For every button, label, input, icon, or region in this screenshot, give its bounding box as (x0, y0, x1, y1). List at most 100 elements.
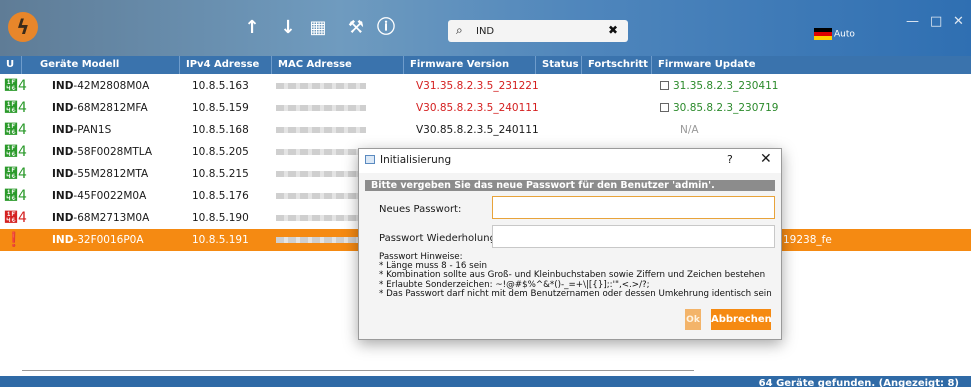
redacted-mac (276, 215, 366, 221)
upload-icon[interactable]: ↑ (240, 16, 264, 40)
ok-button[interactable]: Ok (685, 309, 701, 330)
dialog-window-icon (365, 155, 375, 164)
title-bar: ϟ ↑ ↓ ▦ ⚒ ⓘ ⌕ ✖ Auto — □ ✕ (0, 0, 971, 56)
redacted-mac (276, 193, 366, 199)
calculator-icon[interactable]: ▦ (306, 16, 330, 40)
ip-cell: 10.8.5.163 (192, 80, 249, 92)
hint-line: * Das Passwort darf nicht mit dem Benutz… (379, 288, 772, 299)
download-icon[interactable]: ↓ (276, 16, 300, 40)
user-icon: ὆4 (4, 144, 27, 160)
cancel-button[interactable]: Abbrechen (711, 309, 772, 330)
german-flag-icon (814, 28, 832, 40)
close-window-button[interactable]: ✕ (953, 14, 964, 29)
warning-icon: ❗ (5, 232, 23, 248)
help-button[interactable]: ? (727, 153, 733, 166)
initialization-dialog: Initialisierung ? ✕ Bitte vergeben Sie d… (358, 148, 782, 340)
info-icon[interactable]: ⓘ (374, 16, 398, 40)
status-bar: 64 Geräte gefunden. (Angezeigt: 8) (0, 376, 971, 387)
new-password-field[interactable] (492, 196, 775, 219)
maximize-button[interactable]: □ (930, 14, 942, 29)
language-label: Auto (834, 29, 855, 40)
dialog-title: Initialisierung (380, 154, 452, 166)
ip-cell: 10.8.5.191 (192, 234, 249, 246)
model-cell: IND-42M2808M0A (52, 75, 184, 97)
ip-cell: 10.8.5.168 (192, 124, 249, 136)
model-prefix: IND (52, 190, 74, 202)
user-icon: ὆4 (4, 100, 27, 116)
redacted-mac (276, 237, 366, 243)
search-box: ⌕ ✖ (448, 20, 628, 42)
update-checkbox[interactable] (660, 81, 669, 90)
col-header-progress[interactable]: Fortschritt (582, 56, 652, 74)
firmware-update-cell: N/A (660, 119, 880, 141)
user-icon: ὆4 (4, 166, 27, 182)
model-cell: IND-45F0022M0A (52, 185, 184, 207)
device-table-header: U Geräte Modell IPv4 Adresse MAC Adresse… (0, 56, 971, 74)
firmware-update-cell[interactable]: 31.35.8.2.3_230411 (660, 75, 880, 97)
redacted-mac (276, 127, 366, 133)
model-suffix: -32F0016P0A (73, 234, 144, 246)
model-suffix: -PAN1S (73, 124, 112, 136)
dialog-close-button[interactable]: ✕ (760, 151, 772, 167)
update-version-text: 19238_fe (783, 234, 832, 246)
update-version-text: 30.85.8.2.3_230719 (673, 102, 779, 114)
model-prefix: IND (52, 168, 74, 180)
horizontal-scrollbar[interactable] (22, 370, 694, 374)
model-suffix: -68M2812MFA (73, 102, 148, 114)
model-prefix: IND (52, 234, 74, 246)
clear-search-icon[interactable]: ✖ (608, 23, 618, 37)
model-cell: IND-68M2713M0A (52, 207, 184, 229)
model-cell: IND-58F0028MTLA (52, 141, 184, 163)
model-suffix: -58F0028MTLA (73, 146, 153, 158)
language-selector[interactable]: Auto (814, 28, 855, 40)
model-suffix: -45F0022M0A (73, 190, 147, 202)
firmware-version-cell: V30.85.8.2.3.5_240111 (416, 102, 539, 114)
model-prefix: IND (52, 146, 74, 158)
col-header-mac[interactable]: MAC Adresse (272, 56, 404, 74)
table-row[interactable]: ὆4 IND-42M2808M0A 10.8.5.163 V31.35.8.2.3.5… (0, 75, 971, 97)
model-prefix: IND (52, 80, 74, 92)
tools-icon[interactable]: ⚒ (344, 16, 368, 40)
model-prefix: IND (52, 124, 74, 136)
firmware-update-cell: 19238_fe (783, 229, 971, 251)
ip-cell: 10.8.5.159 (192, 102, 249, 114)
repeat-password-field[interactable] (492, 225, 775, 248)
model-suffix: -68M2713M0A (73, 212, 150, 224)
dialog-title-bar: Initialisierung ? ✕ (359, 149, 781, 173)
col-header-u[interactable]: U (0, 56, 22, 74)
col-header-firmware-version[interactable]: Firmware Version (404, 56, 536, 74)
update-version-text: 31.35.8.2.3_230411 (673, 80, 779, 92)
ip-cell: 10.8.5.176 (192, 190, 249, 202)
password-instruction-banner: Bitte vergeben Sie das neue Passwort für… (365, 180, 775, 191)
table-row[interactable]: ὆4 IND-68M2812MFA 10.8.5.159 V30.85.8.2.3.5… (0, 97, 971, 119)
model-cell: IND-68M2812MFA (52, 97, 184, 119)
password-hints: Passwort Hinweise: * Länge muss 8 - 16 s… (379, 252, 779, 299)
app-logo: ϟ (8, 12, 38, 42)
model-prefix: IND (52, 212, 74, 224)
search-icon: ⌕ (456, 23, 463, 37)
model-prefix: IND (52, 102, 74, 114)
table-row[interactable]: ὆4 IND-PAN1S 10.8.5.168 V30.85.8.2.3.5_2401… (0, 119, 971, 141)
model-suffix: -55M2812MTA (73, 168, 149, 180)
search-input[interactable] (476, 23, 596, 39)
user-icon: ὆4 (4, 122, 27, 138)
col-header-model[interactable]: Geräte Modell (22, 56, 180, 74)
firmware-version-cell: V30.85.8.2.3.5_240111 (416, 124, 539, 136)
model-cell: IND-55M2812MTA (52, 163, 184, 185)
col-header-ipv4[interactable]: IPv4 Adresse (180, 56, 272, 74)
firmware-update-cell[interactable]: 30.85.8.2.3_230719 (660, 97, 880, 119)
model-suffix: -42M2808M0A (73, 80, 150, 92)
model-cell: IND-PAN1S (52, 119, 184, 141)
update-checkbox[interactable] (660, 103, 669, 112)
ip-cell: 10.8.5.190 (192, 212, 249, 224)
col-header-status[interactable]: Status (536, 56, 582, 74)
ip-cell: 10.8.5.215 (192, 168, 249, 180)
update-version-text: N/A (680, 124, 699, 136)
mac-cell-redacted (276, 75, 400, 97)
mac-cell-redacted (276, 97, 400, 119)
minimize-button[interactable]: — (906, 14, 919, 29)
mac-cell-redacted (276, 119, 400, 141)
model-cell: IND-32F0016P0A (52, 229, 184, 251)
redacted-mac (276, 171, 366, 177)
col-header-firmware-update[interactable]: Firmware Update (652, 56, 971, 74)
